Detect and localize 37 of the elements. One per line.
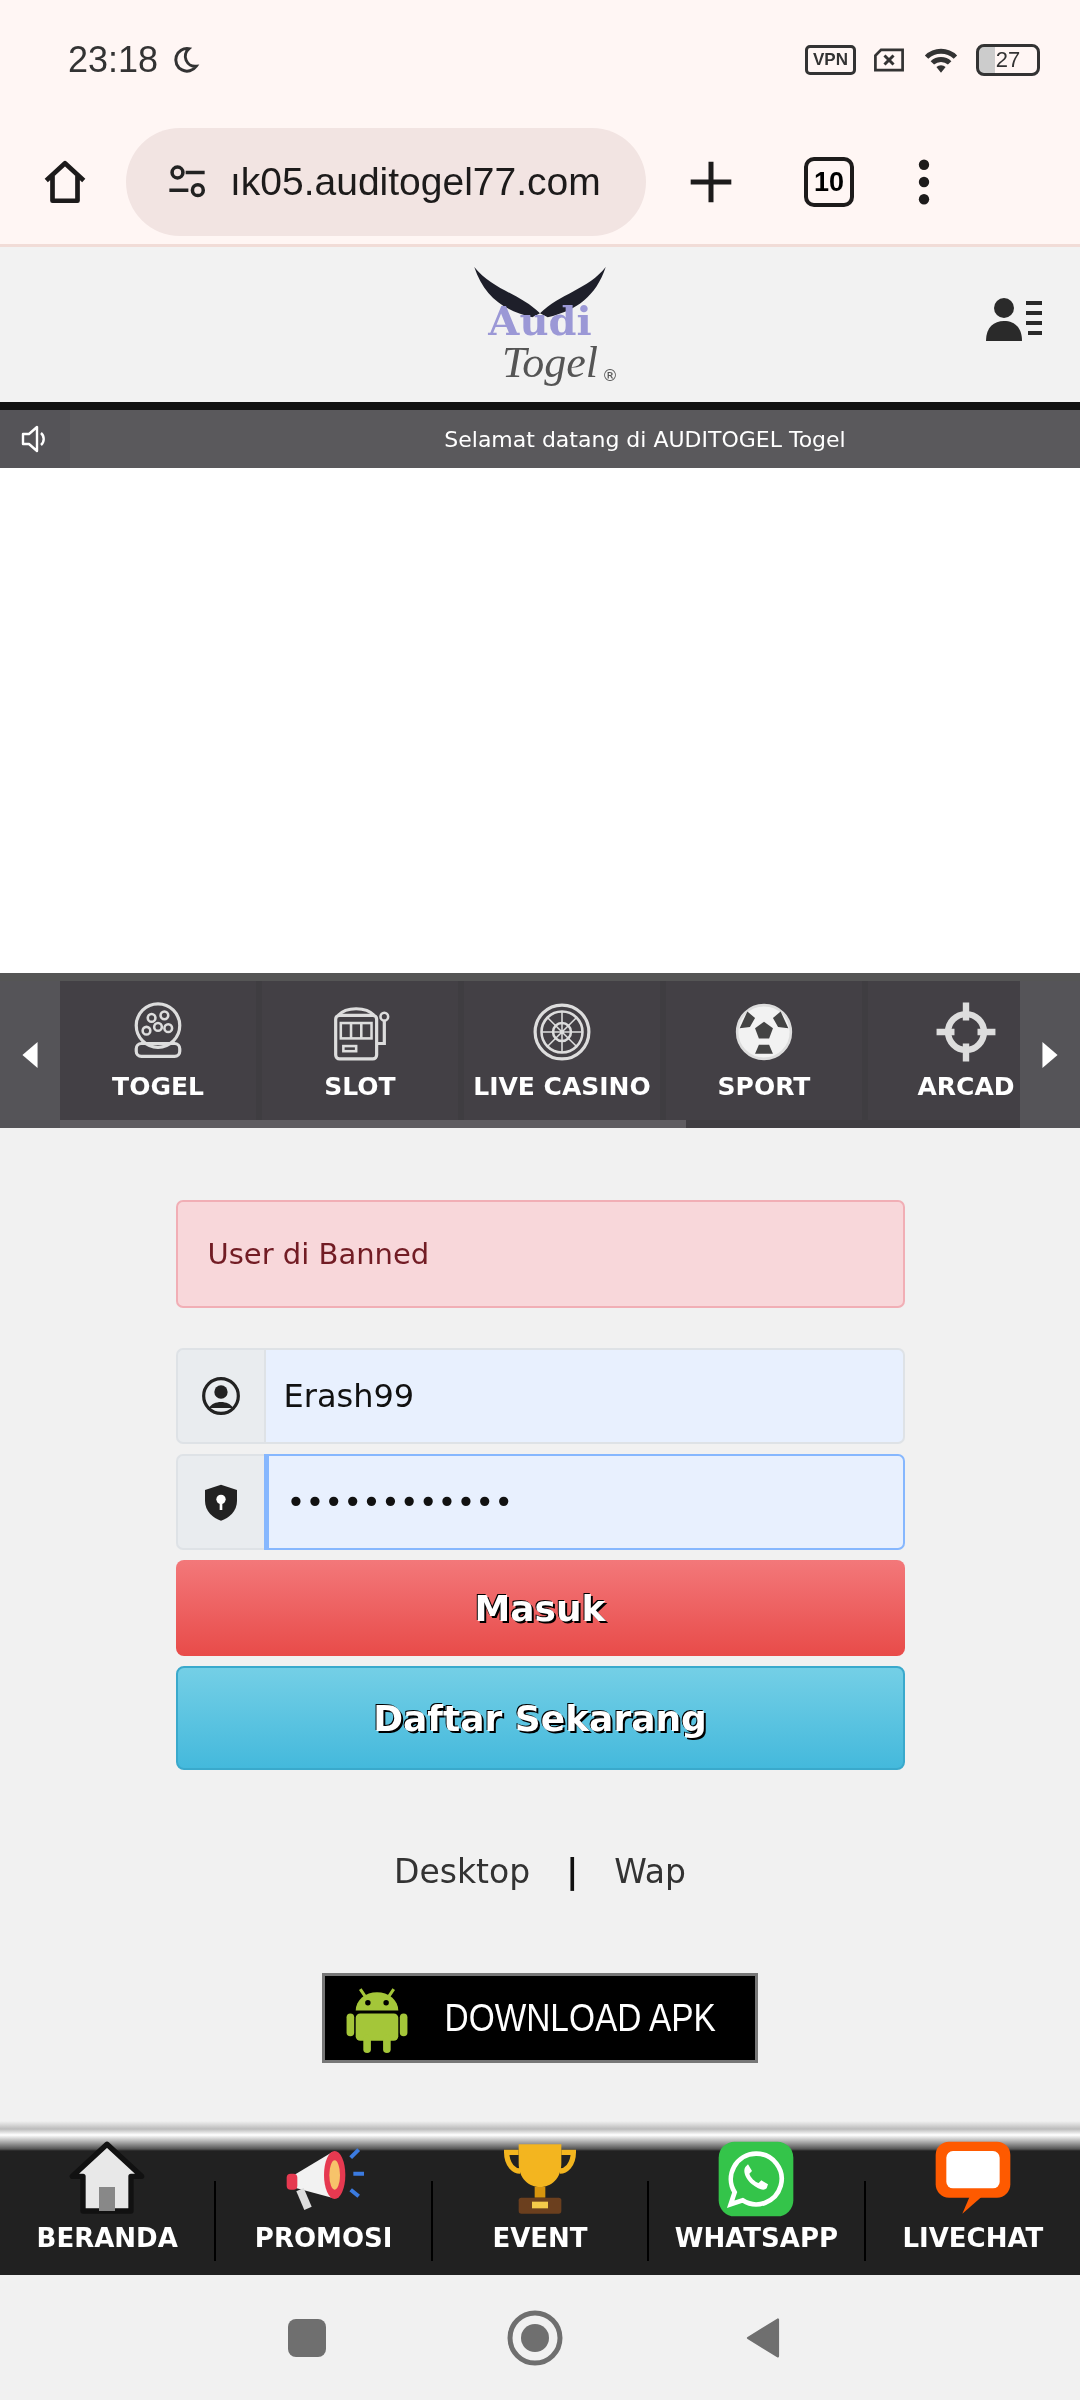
menu-icon[interactable] <box>916 159 932 205</box>
right-arrow-icon[interactable] <box>1041 1041 1059 1068</box>
no-sim-icon <box>872 45 906 75</box>
download-apk-button[interactable]: DOWNLOAD APK <box>322 1973 758 2063</box>
user-icon <box>200 1376 241 1416</box>
username-field[interactable]: Erash99 <box>263 1348 905 1444</box>
url-text: ık05.auditogel77.com <box>230 160 601 204</box>
registered-mark: ® <box>602 365 619 385</box>
bottom-nav-item[interactable]: LIVECHAT <box>865 2115 1080 2275</box>
bottom-nav-item[interactable]: EVENT <box>432 2115 648 2275</box>
site-logo[interactable]: Audi Togel® <box>461 264 619 385</box>
logo-text: Togel <box>501 340 599 385</box>
left-arrow-icon[interactable] <box>21 1041 39 1068</box>
bottom-nav-item[interactable]: BERANDA <box>0 2115 215 2275</box>
separator-text: | <box>566 1852 579 1891</box>
version-link[interactable]: Wap <box>614 1852 686 1891</box>
announcement-text: Selamat datang di AUDITOGEL Togel <box>443 426 847 452</box>
scrollbar-thumb[interactable] <box>60 1120 686 1128</box>
home-button-icon[interactable] <box>507 2309 563 2366</box>
address-bar[interactable]: ık05.auditogel77.com <box>126 128 646 236</box>
tab-count-button[interactable]: 10 <box>804 157 854 207</box>
clock-time: 23:18 <box>68 39 159 81</box>
battery-indicator: 27 <box>976 44 1040 76</box>
logo-text: Audi <box>488 300 592 341</box>
password-field[interactable]: •••••••••••• <box>263 1454 905 1550</box>
recents-icon[interactable] <box>287 2317 327 2358</box>
bottom-nav-item[interactable]: WHATSAPP <box>649 2115 864 2275</box>
game-category-tab[interactable]: ARCAD <box>868 981 1020 1120</box>
game-category-tab[interactable]: TOGEL <box>60 981 256 1120</box>
error-alert: User di Banned <box>175 1200 905 1308</box>
bottom-nav-item[interactable]: PROMOSI <box>216 2115 431 2275</box>
game-category-tab[interactable]: LIVE CASINO <box>464 981 660 1120</box>
crosshair-icon <box>934 1000 998 1064</box>
game-category-tab[interactable]: SPORT <box>666 981 862 1120</box>
vpn-badge: VPN <box>805 45 856 75</box>
version-link[interactable]: Desktop <box>394 1852 531 1891</box>
game-category-tab[interactable]: SLOT <box>262 981 458 1120</box>
